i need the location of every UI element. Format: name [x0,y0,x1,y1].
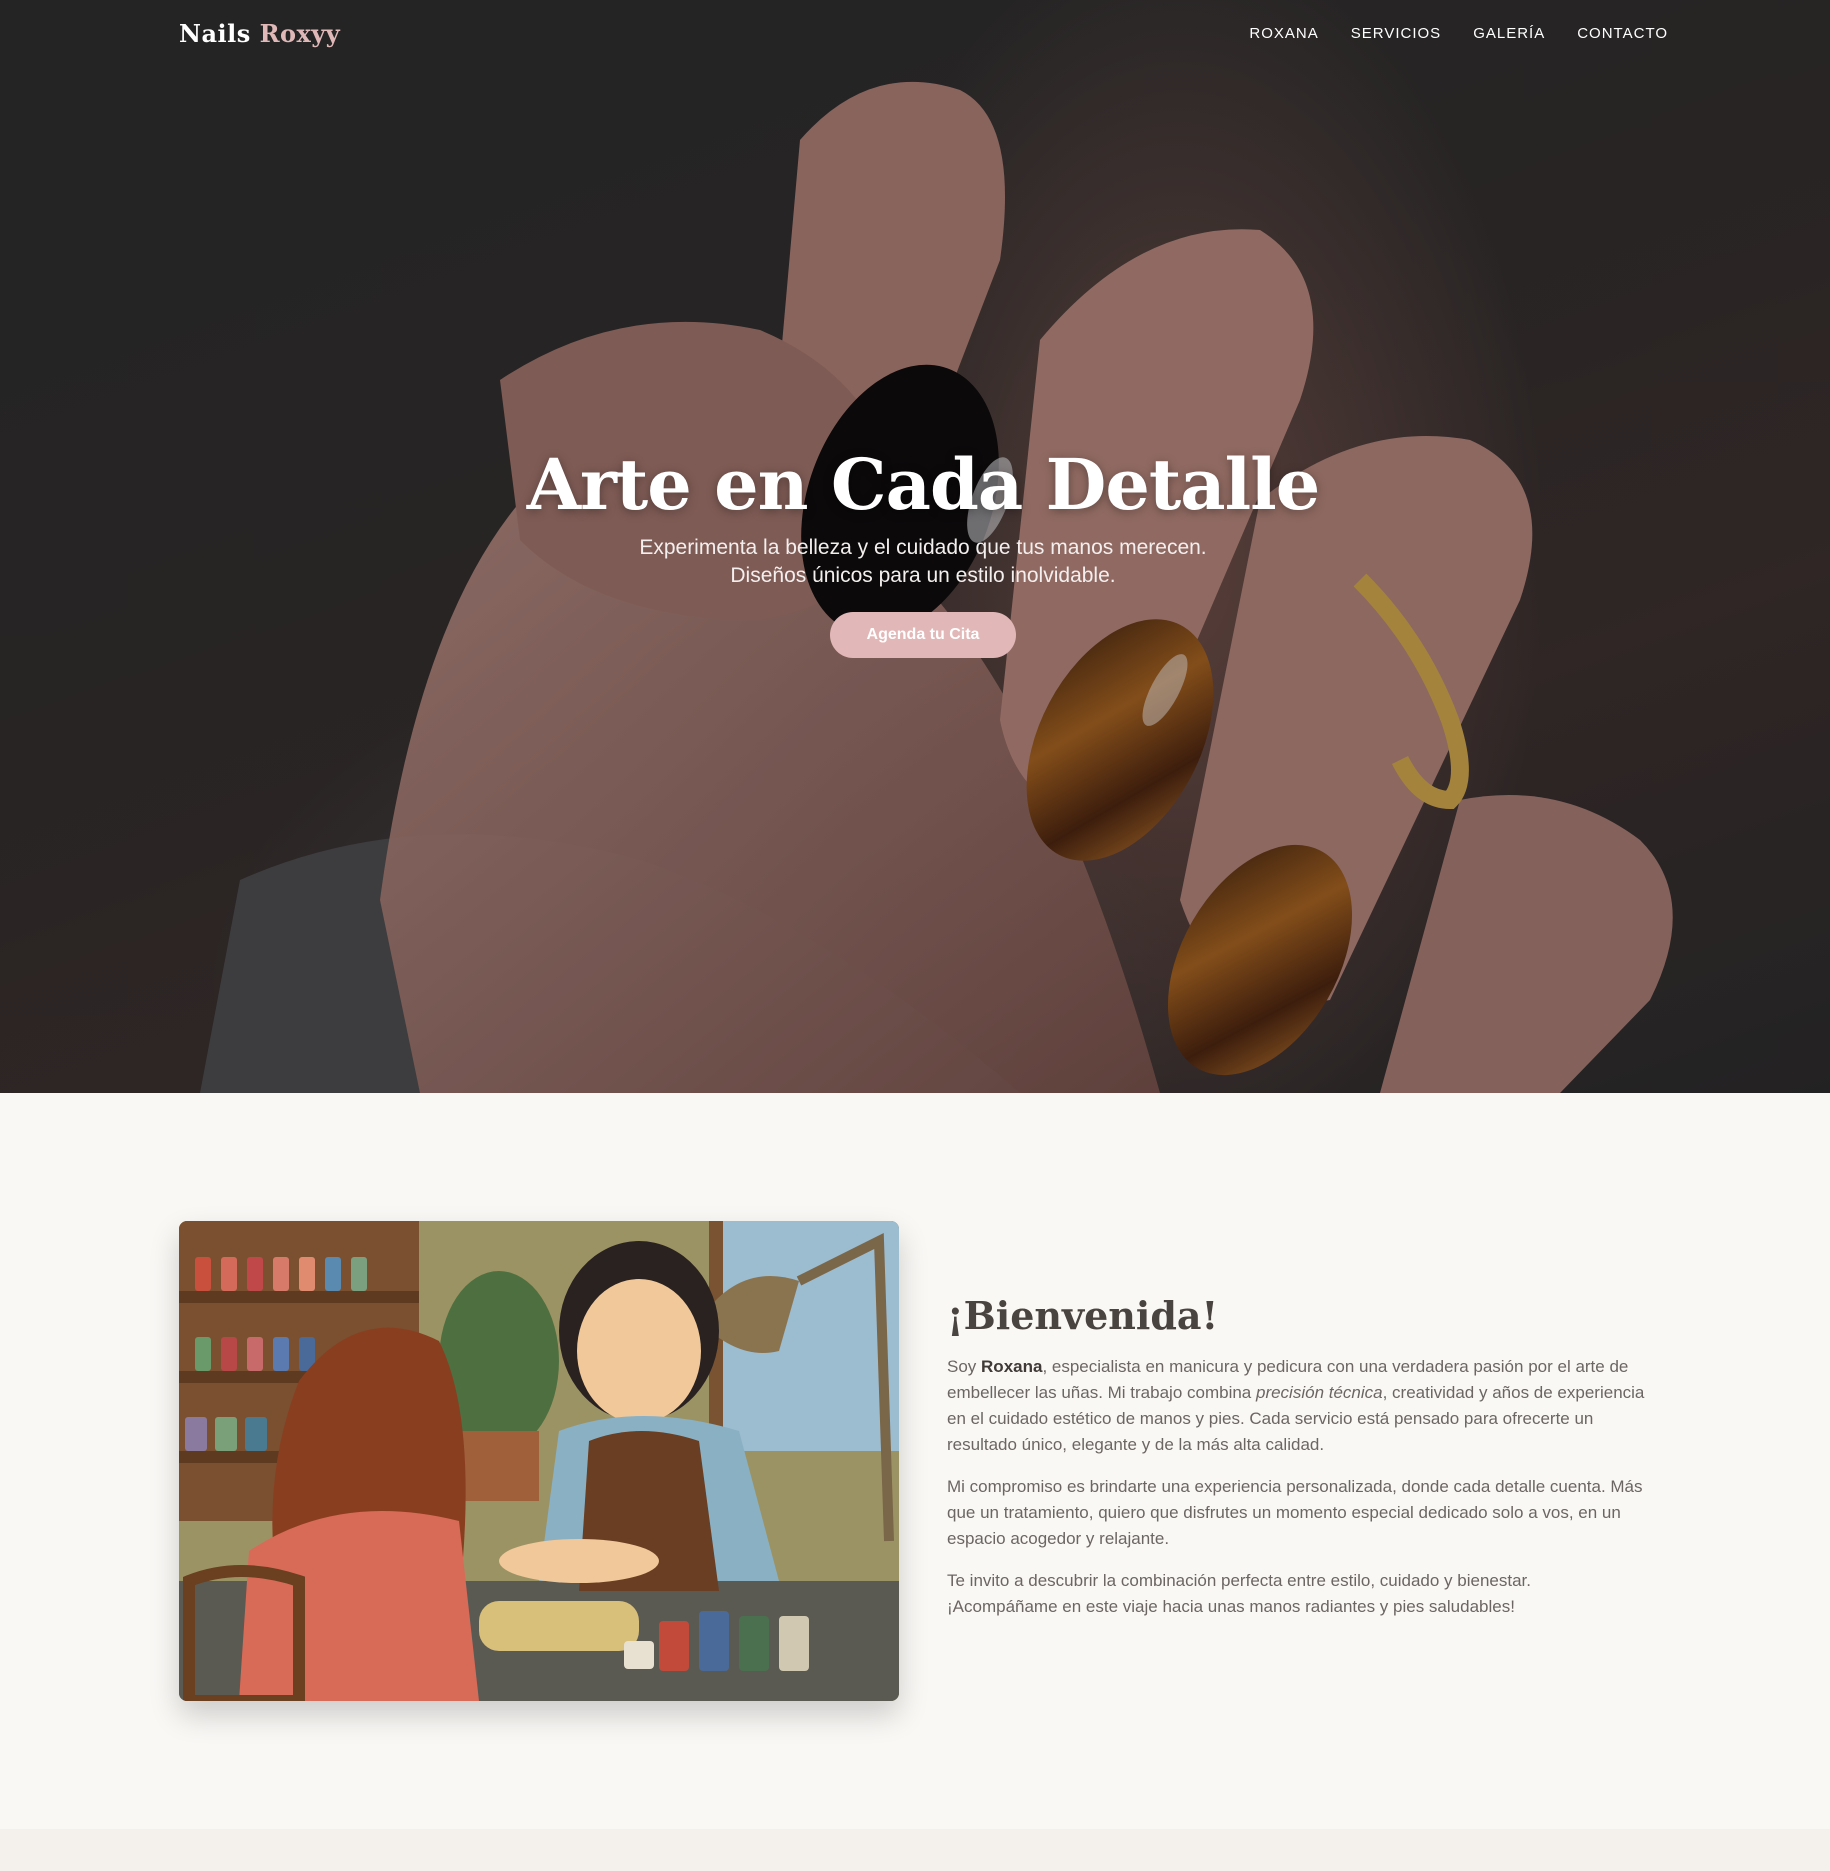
about-paragraph-1: Soy Roxana, especialista en manicura y p… [947,1354,1667,1458]
hero-subtitle-line-1: Experimenta la belleza y el cuidado que … [639,536,1207,559]
nav-link-servicios[interactable]: SERVICIOS [1351,25,1441,42]
hero-content: Arte en Cada Detalle Experimenta la bell… [0,440,1830,658]
hero-title: Arte en Cada Detalle [526,443,1321,526]
nav-links: ROXANA SERVICIOS GALERÍA CONTACTO [1249,25,1668,42]
brand-logo[interactable]: Nails Roxyy [179,19,340,48]
about-section: ¡Bienvenida! Soy Roxana, especialista en… [0,1093,1830,1829]
p1-name: Roxana [981,1357,1043,1376]
nav-link-contacto[interactable]: CONTACTO [1577,25,1668,42]
top-navbar: Nails Roxyy ROXANA SERVICIOS GALERÍA CON… [0,0,1830,66]
manicurist-illustration-art [179,1221,899,1701]
p3-line-1: Te invito a descubrir la combinación per… [947,1571,1531,1590]
brand-name-accent: Roxyy [259,18,341,48]
about-title: ¡Bienvenida! [947,1293,1219,1338]
hero-section: Nails Roxyy ROXANA SERVICIOS GALERÍA CON… [0,0,1830,1093]
about-paragraph-2: Mi compromiso es brindarte una experienc… [947,1477,1643,1548]
nav-link-galeria[interactable]: GALERÍA [1473,25,1545,42]
brand-name-main: Nails [179,18,251,48]
p1-emphasis: precisión técnica [1255,1383,1383,1402]
p3-line-2: ¡Acompáñame en este viaje hacia unas man… [947,1597,1515,1616]
nav-link-roxana[interactable]: ROXANA [1249,25,1318,42]
p1-prefix: Soy [947,1357,982,1376]
hero-subtitle-line-2: Diseños únicos para un estilo inolvidabl… [730,564,1116,587]
book-appointment-button[interactable]: Agenda tu Cita [830,612,1016,658]
next-section-edge [0,1829,1830,1871]
about-paragraph-3: Te invito a descubrir la combinación per… [947,1568,1667,1620]
manicurist-illustration [179,1221,899,1701]
about-text: ¡Bienvenida! Soy Roxana, especialista en… [947,1293,1667,1636]
